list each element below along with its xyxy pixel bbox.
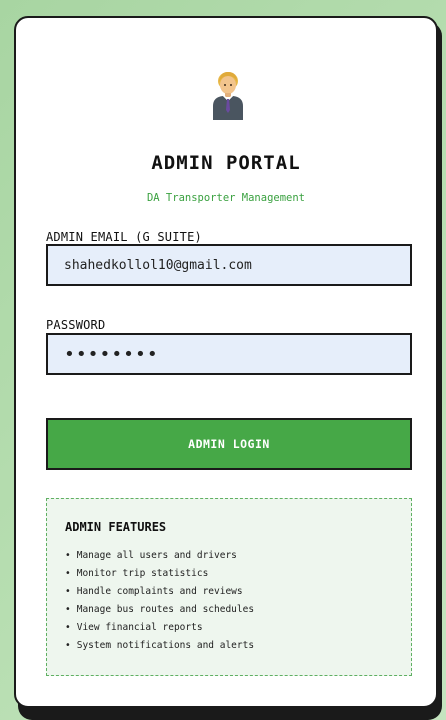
features-list: Manage all users and drivers Monitor tri… xyxy=(65,547,254,655)
list-item: Handle complaints and reviews xyxy=(65,583,254,601)
password-label: PASSWORD xyxy=(46,318,106,332)
list-item: Manage bus routes and schedules xyxy=(65,601,254,619)
office-worker-icon xyxy=(213,72,243,120)
list-item: System notifications and alerts xyxy=(65,637,254,655)
list-item: View financial reports xyxy=(65,619,254,637)
list-item: Monitor trip statistics xyxy=(65,565,254,583)
features-title: ADMIN FEATURES xyxy=(65,520,167,534)
features-panel: ADMIN FEATURES Manage all users and driv… xyxy=(46,498,412,676)
login-card: ADMIN PORTAL DA Transporter Management A… xyxy=(14,16,438,708)
list-item: Manage all users and drivers xyxy=(65,547,254,565)
password-field[interactable]: •••••••• xyxy=(46,333,412,375)
page-title: ADMIN PORTAL xyxy=(151,152,301,174)
page-subtitle: DA Transporter Management xyxy=(146,192,306,204)
email-label: ADMIN EMAIL (G SUITE) xyxy=(46,230,202,244)
admin-login-button[interactable]: ADMIN LOGIN xyxy=(46,418,412,470)
email-field[interactable]: shahedkollol10@gmail.com xyxy=(46,244,412,286)
